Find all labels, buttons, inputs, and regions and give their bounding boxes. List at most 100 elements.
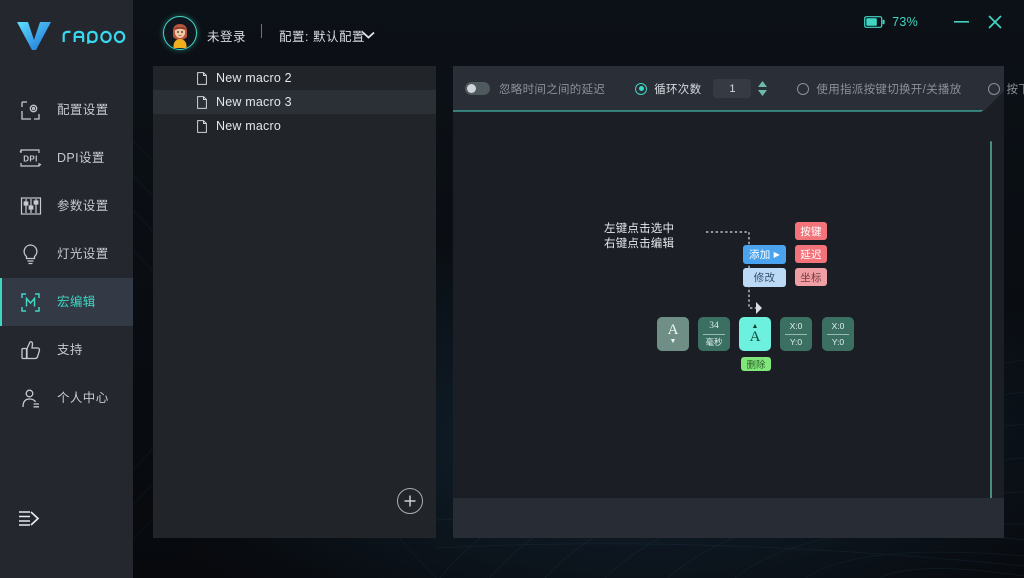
cell-divider [703,334,725,335]
rapoo-v-logo-icon [17,22,51,50]
brand-logo[interactable] [0,0,133,72]
avatar[interactable] [163,16,197,50]
sidebar-item-label: 灯光设置 [57,246,109,261]
header: 未登录 配置: 默认配置 73% [133,0,1024,62]
sidebar-item-user-center[interactable]: 个人中心 [0,374,133,422]
chevron-down-icon[interactable] [361,27,376,45]
sidebar-item-label: 参数设置 [57,198,109,213]
coord-x: X:0 [789,321,803,331]
svg-text:DPI: DPI [23,155,38,164]
spinner-up-down-icon[interactable] [758,81,768,96]
cell-divider [785,333,807,335]
delete-step-label: 删除 [746,360,766,371]
bulb-icon [18,242,43,267]
sidebar-item-label: DPI设置 [57,150,105,165]
macro-name: New macro [216,119,282,133]
sidebar: 配置设置 DPI DPI设置 参数设置 灯光设置 宏编辑 支持 个人中心 [0,0,133,578]
delay-unit: 毫秒 [705,337,723,347]
sliders-icon [18,194,43,219]
submenu-delay-label: 延迟 [800,248,822,261]
sidebar-item-label: 个人中心 [57,390,109,405]
sidebar-item-profile-settings[interactable]: 配置设置 [0,86,133,134]
battery-indicator: 73% [864,15,918,29]
profile-settings-icon [18,98,43,123]
battery-icon [864,16,885,28]
editor-footer [453,498,1004,538]
macro-step-key-a-release[interactable]: A ▼ [657,317,689,351]
list-item[interactable]: New macro [153,114,436,138]
macro-diagram-connectors [706,231,762,314]
sidebar-nav: 配置设置 DPI DPI设置 参数设置 灯光设置 宏编辑 支持 个人中心 [0,86,133,422]
submenu-key[interactable]: 按键 [795,222,827,240]
sidebar-item-label: 宏编辑 [57,294,96,309]
minimize-icon[interactable] [946,7,976,37]
file-icon [197,95,207,109]
hint-line-2: 右键点击编辑 [604,238,675,250]
profile-selector-label[interactable]: 配置: 默认配置 [279,26,365,45]
macro-step-coord-1[interactable]: X:0 Y:0 [780,317,812,351]
macro-name: New macro 2 [216,71,292,85]
file-icon [197,71,207,85]
login-status[interactable]: 未登录 [207,26,246,45]
macro-m-icon [18,290,43,315]
sidebar-item-parameter-settings[interactable]: 参数设置 [0,182,133,230]
thumbs-up-icon [18,338,43,363]
press-play-radio[interactable] [987,82,1000,95]
submenu-delay[interactable]: 延迟 [795,245,827,263]
macro-step-delay[interactable]: 34 毫秒 [698,317,730,351]
coord-y: Y:0 [789,336,803,347]
delay-value: 34 [709,320,719,331]
context-menu-add[interactable]: 添加 ▶ [743,245,786,264]
key-label: A [667,322,679,338]
header-divider [261,24,262,38]
sidebar-item-label: 配置设置 [57,102,109,117]
context-menu-modify[interactable]: 修改 [743,268,786,287]
macro-editor-panel: 忽略时间之间的延迟 循环次数 1 使用指派按键切换开/关播放 按下时播放 [453,66,1024,538]
plus-circle-icon [404,495,416,507]
sidebar-item-light-settings[interactable]: 灯光设置 [0,230,133,278]
battery-percent: 73% [892,15,918,29]
press-play-label: 按下时播放 [1006,83,1024,96]
toolbar-accent-edge [453,110,983,112]
list-item[interactable]: New macro 3 [153,90,436,114]
hint-line-1: 左键点击选中 [604,223,675,235]
rapoo-wordmark-icon [62,30,126,44]
chevron-right-icon: ▶ [773,250,781,259]
loop-count-radio[interactable] [635,82,648,95]
user-avatar-icon [165,18,195,48]
context-menu-add-label: 添加 [748,249,771,261]
ignore-delay-toggle[interactable] [465,82,490,95]
toggle-play-radio[interactable] [797,82,810,95]
window-controls: 73% [864,0,1024,44]
toolbar-controls: 忽略时间之间的延迟 循环次数 1 使用指派按键切换开/关播放 按下时播放 [453,66,1024,111]
list-item[interactable]: New macro 2 [153,66,436,90]
submenu-coord-label: 坐标 [800,271,822,284]
macro-step-coord-2[interactable]: X:0 Y:0 [822,317,854,351]
key-label: A [749,329,761,345]
macro-name: New macro 3 [216,95,292,109]
loop-count-label: 循环次数 [654,83,702,96]
sidebar-item-label: 支持 [57,342,83,357]
editor-scrollbar[interactable] [990,141,992,529]
caret-down-icon: ▼ [669,338,677,345]
app-window: 配置设置 DPI DPI设置 参数设置 灯光设置 宏编辑 支持 个人中心 未登录… [0,0,1024,578]
macro-step-key-a-press[interactable]: ▲ A [739,317,771,351]
cell-divider [827,333,849,335]
submenu-key-label: 按键 [800,225,822,238]
macro-list-panel: New macro 2 New macro 3 New macro [153,66,436,538]
delete-step-button[interactable]: 删除 [741,357,771,371]
file-icon [197,119,207,133]
dpi-icon: DPI [18,146,43,171]
context-menu-modify-label: 修改 [753,272,776,284]
toggle-play-label: 使用指派按键切换开/关播放 [816,83,962,96]
sidebar-item-macro-editor[interactable]: 宏编辑 [0,278,133,326]
submenu-coord[interactable]: 坐标 [795,268,827,286]
sidebar-item-dpi-settings[interactable]: DPI DPI设置 [0,134,133,182]
sidebar-item-support[interactable]: 支持 [0,326,133,374]
loop-count-input[interactable]: 1 [713,79,752,98]
coord-x: X:0 [831,321,845,331]
collapse-menu-icon[interactable] [18,508,44,528]
close-icon[interactable] [980,7,1010,37]
add-macro-button[interactable] [397,488,423,514]
editor-hint: 左键点击选中 右键点击编辑 [604,222,674,252]
